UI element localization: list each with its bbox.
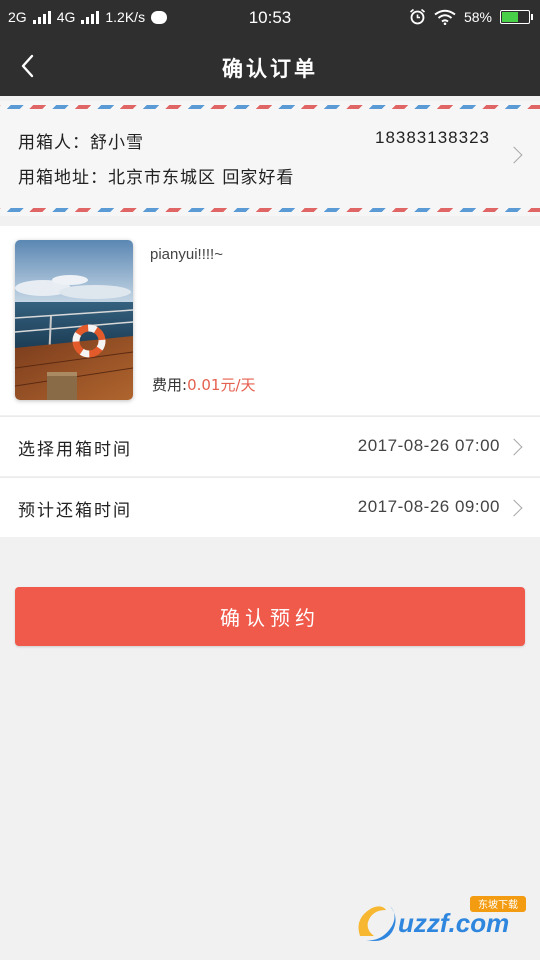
return-time-value: 2017-08-26 09:00 [357,497,500,516]
fee-row: 费用:0.01元/天 [152,374,256,395]
status-bar: 2G 4G 1.2K/s 10:53 58% [0,0,540,36]
address-block[interactable]: 用箱人：舒小雪 18383138323 用箱地址：北京市东城区 回家好看 [0,101,540,216]
chevron-right-icon [505,438,523,456]
return-time-row[interactable]: 预计还箱时间 2017-08-26 09:00 [0,477,540,537]
address-label: 用箱地址： [18,168,108,188]
product-name: pianyui!!!!~ [150,246,223,263]
alarm-icon [409,8,425,25]
return-time-label: 预计还箱时间 [18,501,132,521]
airmail-border-top [0,105,540,109]
watermark-badge: 东坡下载 [478,898,518,911]
battery-percent: 58% [463,8,492,25]
fee-value: 0.01元/天 [187,376,256,394]
recipient-name: 舒小雪 [90,133,144,153]
chevron-right-icon [505,146,523,164]
address-row: 用箱地址：北京市东城区 回家好看 [18,163,294,188]
product-image[interactable] [15,240,133,400]
recipient-label: 用箱人： [18,133,90,153]
recipient-row: 用箱人：舒小雪 [18,128,144,153]
page-title: 确认订单 [222,57,318,81]
select-time-label: 选择用箱时间 [18,440,132,460]
product-card: pianyui!!!!~ 费用:0.01元/天 [0,226,540,415]
watermark-text: uzzf.com [398,908,509,938]
airmail-border-bottom [0,208,540,212]
confirm-booking-button[interactable]: 确认预约 [15,587,525,646]
wifi-icon [434,9,456,25]
recipient-phone: 18383138323 [374,128,490,147]
fee-label: 费用: [152,376,188,394]
select-time-row[interactable]: 选择用箱时间 2017-08-26 07:00 [0,416,540,476]
watermark-logo: uzzf.com 东坡下载 [352,896,532,946]
select-time-value: 2017-08-26 07:00 [357,436,500,455]
battery-icon [500,9,533,24]
battery-level-fill [502,11,519,22]
chevron-right-icon [505,499,523,517]
title-bar: 确认订单 [0,36,540,96]
address-value: 北京市东城区 回家好看 [108,168,295,188]
